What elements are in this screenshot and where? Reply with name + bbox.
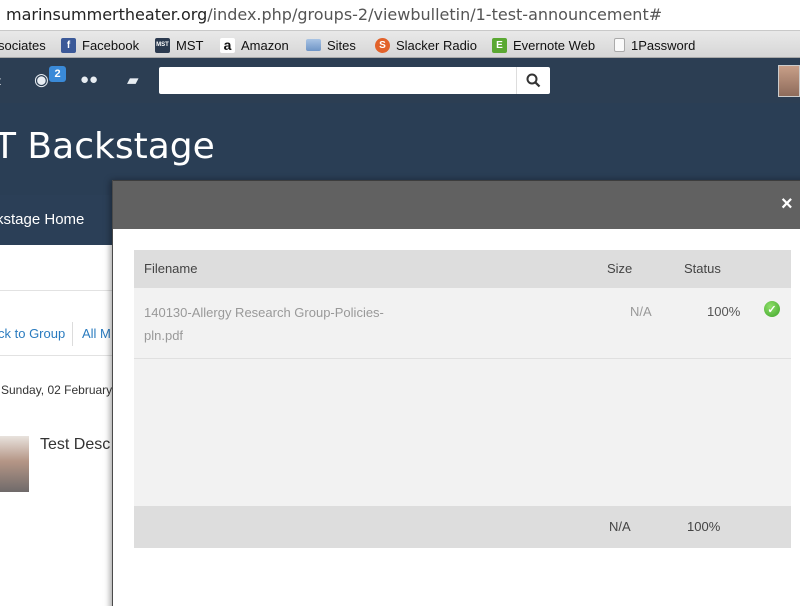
site-top-nav: ‹ ◉ 2 ●● ▰ xyxy=(0,58,800,103)
back-to-group-link[interactable]: ck to Group xyxy=(0,326,65,341)
search-input[interactable] xyxy=(159,67,509,94)
folder-icon xyxy=(306,39,321,51)
column-header-filename: Filename xyxy=(144,261,198,276)
search-icon xyxy=(526,73,541,88)
close-icon[interactable]: × xyxy=(781,194,793,214)
bookmark-1password[interactable]: 1Password xyxy=(614,36,695,54)
column-header-size: Size xyxy=(607,261,633,276)
mst-icon: MST xyxy=(155,37,170,53)
check-circle-icon: ✓ xyxy=(764,301,780,317)
url-domain: marinsummertheater.org xyxy=(6,5,208,24)
bookmark-label: 1Password xyxy=(631,37,696,53)
document-icon xyxy=(614,38,625,52)
bookmark-label: Evernote Web xyxy=(513,37,596,53)
file-size: N/A xyxy=(630,304,652,319)
post-date: Sunday, 02 February xyxy=(1,383,113,397)
bookmark-slacker-radio[interactable]: S Slacker Radio xyxy=(375,36,477,54)
notification-badge: 2 xyxy=(49,66,66,82)
url-text[interactable]: marinsummertheater.org/index.php/groups-… xyxy=(6,5,662,24)
evernote-icon: E xyxy=(492,37,507,53)
user-avatar[interactable] xyxy=(778,65,800,97)
bookmark-evernote-web[interactable]: E Evernote Web xyxy=(492,36,595,54)
table-footer: N/A 100% xyxy=(134,506,791,548)
bookmark-label: Amazon xyxy=(241,37,289,53)
bookmark-label: Slacker Radio xyxy=(396,37,477,53)
slacker-icon: S xyxy=(375,37,390,53)
bookmark-label: Sites xyxy=(327,37,356,53)
file-table: Filename Size Status 140130-Allergy Rese… xyxy=(134,250,791,548)
table-header: Filename Size Status xyxy=(134,250,791,288)
bookmark-label: MST xyxy=(176,37,204,53)
browser-address-bar[interactable]: marinsummertheater.org/index.php/groups-… xyxy=(0,0,800,30)
file-status: 100% xyxy=(707,304,741,319)
modal-header: × xyxy=(113,180,800,229)
amazon-icon: a xyxy=(220,37,235,53)
post-title: Test Desc xyxy=(40,436,111,453)
author-avatar[interactable] xyxy=(0,436,29,492)
chevron-icon[interactable]: ‹ xyxy=(0,71,2,91)
total-size: N/A xyxy=(609,519,631,534)
bookmarks-bar: sociates f Facebook MST MST a Amazon Sites … xyxy=(0,30,800,58)
table-row[interactable]: 140130-Allergy Research Group-Policies-p… xyxy=(134,288,791,359)
facebook-icon: f xyxy=(61,37,76,53)
bookmark-label: Facebook xyxy=(82,37,140,53)
total-status: 100% xyxy=(687,519,721,534)
bookmark-associates[interactable]: sociates xyxy=(0,36,46,54)
upload-modal: × Filename Size Status 140130-Allergy Re… xyxy=(112,180,800,606)
link-separator xyxy=(72,322,73,346)
site-title[interactable]: T Backstage xyxy=(0,126,215,167)
bookmark-mst[interactable]: MST MST xyxy=(155,36,203,54)
bookmark-sites[interactable]: Sites xyxy=(306,36,356,54)
bookmark-label: sociates xyxy=(0,37,46,53)
divider xyxy=(0,355,113,356)
search-bar xyxy=(159,67,550,94)
bookmark-amazon[interactable]: a Amazon xyxy=(220,36,289,54)
friends-icon[interactable]: ●● xyxy=(80,71,98,88)
bookmark-facebook[interactable]: f Facebook xyxy=(61,36,139,54)
messages-icon[interactable]: ▰ xyxy=(127,71,139,89)
column-header-status: Status xyxy=(684,261,721,276)
nav-backstage-home[interactable]: kstage Home xyxy=(0,211,84,228)
divider xyxy=(0,290,113,291)
all-members-link[interactable]: All M xyxy=(82,326,111,341)
globe-icon[interactable]: ◉ xyxy=(34,70,49,90)
file-name: 140130-Allergy Research Group-Policies-p… xyxy=(144,305,384,343)
search-button[interactable] xyxy=(516,67,550,94)
url-path: /index.php/groups-2/viewbulletin/1-test-… xyxy=(207,5,663,24)
